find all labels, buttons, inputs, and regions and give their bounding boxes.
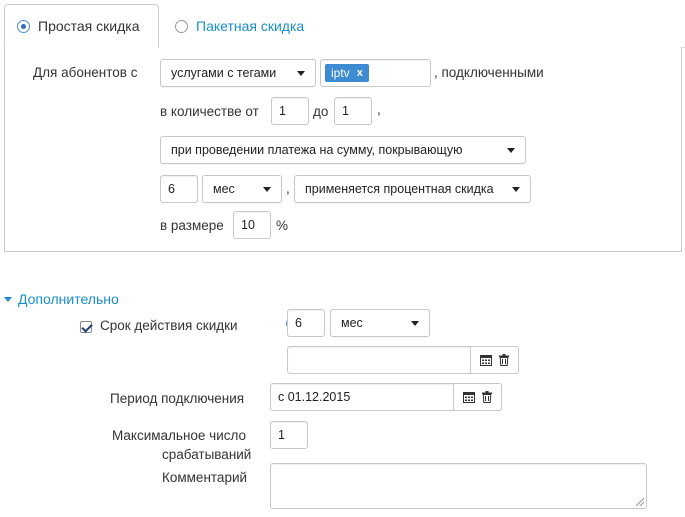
validity-label: Срок действия скидки — [100, 318, 238, 333]
chevron-down-icon — [512, 186, 520, 192]
tag-chip-label: iptv — [331, 66, 350, 80]
chevron-down-icon — [263, 186, 271, 192]
period-value-input[interactable]: 6 — [160, 175, 198, 203]
for-subscribers-label: Для абонентов с — [33, 65, 138, 80]
payment-condition-select[interactable]: при проведении платежа на сумму, покрыва… — [160, 136, 526, 164]
period-unit-select[interactable]: мес — [202, 175, 282, 203]
quantity-from-label: в количестве от — [160, 104, 259, 119]
discount-size-input[interactable]: 10 — [233, 211, 271, 239]
tags-input[interactable]: iptv x — [320, 59, 431, 87]
connection-period-label: Период подключения — [110, 391, 245, 406]
quantity-to-label: до — [313, 104, 329, 119]
quantity-from-value: 1 — [279, 104, 286, 118]
chevron-down-icon — [411, 320, 419, 326]
chevron-down-icon — [507, 147, 515, 153]
max-triggers-input[interactable]: 1 — [270, 421, 308, 449]
quantity-to-input[interactable]: 1 — [334, 97, 372, 125]
max-triggers-label-line2: срабатываний — [162, 447, 252, 462]
period-unit-value: мес — [213, 182, 235, 196]
tab-package-discount-label: Пакетная скидка — [196, 18, 305, 34]
chevron-down-icon — [297, 70, 305, 76]
period-value: 6 — [168, 182, 175, 196]
max-triggers-label-line1: Максимальное число — [112, 428, 247, 443]
period-comma: , — [286, 181, 290, 196]
discount-type-select[interactable]: применяется процентная скидка — [294, 175, 531, 203]
comment-label: Комментарий — [162, 470, 248, 485]
connection-period-value: с 01.12.2015 — [278, 390, 351, 404]
max-triggers-value: 1 — [278, 428, 285, 442]
calendar-icon[interactable] — [480, 354, 492, 366]
quantity-to-value: 1 — [342, 104, 349, 118]
additional-toggle[interactable]: Дополнительно — [4, 291, 119, 307]
discount-type-value: применяется процентная скидка — [305, 182, 494, 196]
services-select-value: услугами с тегами — [171, 66, 277, 80]
discount-size-value: 10 — [241, 218, 255, 232]
services-select[interactable]: услугами с тегами — [160, 59, 316, 87]
additional-toggle-label: Дополнительно — [18, 291, 119, 307]
tab-simple-discount[interactable]: Простая скидка — [4, 4, 159, 48]
validity-unit-select[interactable]: мес — [330, 309, 430, 337]
trash-icon[interactable] — [482, 391, 492, 403]
tag-chip: iptv x — [325, 64, 369, 82]
tab-package-discount[interactable]: Пакетная скидка — [163, 4, 353, 48]
size-label: в размере — [160, 218, 224, 233]
quantity-comma: , — [377, 102, 381, 117]
percent-sign: % — [276, 218, 289, 233]
caret-down-icon — [4, 296, 12, 302]
validity-checkbox[interactable] — [80, 321, 92, 333]
validity-period-value: 6 — [295, 316, 302, 330]
radio-simple-discount[interactable] — [17, 19, 30, 33]
validity-date-input[interactable] — [287, 346, 471, 374]
validity-unit-value: мес — [341, 316, 363, 330]
radio-package-discount[interactable] — [175, 19, 188, 33]
trash-icon[interactable] — [499, 354, 509, 366]
tab-simple-discount-label: Простая скидка — [38, 18, 140, 34]
resize-handle-icon[interactable] — [636, 498, 644, 506]
comment-textarea[interactable] — [270, 463, 647, 509]
payment-condition-value: при проведении платежа на сумму, покрыва… — [171, 143, 463, 157]
validity-date-addon — [471, 346, 519, 374]
validity-period-input[interactable]: 6 — [287, 309, 325, 337]
calendar-icon[interactable] — [463, 391, 475, 403]
connected-suffix: , подключенными — [434, 65, 544, 80]
tag-remove-icon[interactable]: x — [357, 67, 363, 79]
quantity-from-input[interactable]: 1 — [271, 97, 309, 125]
connection-period-addon — [454, 383, 502, 411]
connection-period-input[interactable]: с 01.12.2015 — [270, 383, 454, 411]
